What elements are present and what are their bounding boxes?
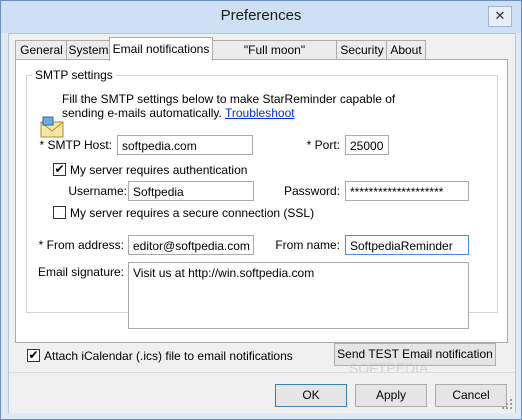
from-name-input[interactable]: SoftpediaReminder — [345, 235, 469, 255]
window-title: Preferences — [220, 7, 302, 24]
signature-textarea[interactable]: Visit us at http://win.softpedia.com — [128, 262, 469, 329]
ssl-checkbox-label[interactable]: My server requires a secure connection (… — [70, 206, 314, 220]
username-label: Username: — [68, 184, 127, 198]
preferences-window: Preferences ✕ General System Email notif… — [0, 0, 522, 420]
from-address-label: * From address: — [38, 238, 124, 252]
tab-full-moon-notifications[interactable]: "Full moon" notifications — [211, 40, 338, 76]
smtp-host-label: * SMTP Host: — [39, 138, 112, 152]
smtp-settings-legend: SMTP settings — [32, 68, 116, 82]
email-notifications-panel: SMTP settings Fill the SMTP settings bel… — [15, 59, 508, 343]
username-input[interactable]: Softpedia — [128, 181, 254, 201]
smtp-description-line2: sending e-mails automatically. Troublesh… — [62, 106, 295, 120]
mail-settings-icon — [40, 116, 64, 138]
cancel-button[interactable]: Cancel — [435, 384, 507, 407]
resize-grip-icon[interactable] — [501, 398, 513, 410]
tab-about[interactable]: About — [386, 40, 426, 60]
title-bar[interactable]: Preferences ✕ — [1, 1, 521, 33]
tab-security[interactable]: Security — [336, 40, 388, 60]
smtp-description-text: sending e-mails automatically. — [62, 106, 222, 120]
from-name-label: From name: — [275, 238, 340, 252]
close-icon: ✕ — [494, 8, 506, 23]
attach-ical-label[interactable]: Attach iCalendar (.ics) file to email no… — [44, 349, 293, 363]
ssl-checkbox[interactable] — [53, 206, 66, 219]
apply-button[interactable]: Apply — [355, 384, 427, 407]
dialog-client-area: General System Email notifications "Full… — [8, 33, 516, 413]
tab-general[interactable]: General — [15, 40, 68, 60]
check-icon: ✔ — [54, 162, 65, 176]
signature-label: Email signature: — [37, 265, 124, 279]
port-input[interactable]: 25000 — [345, 135, 389, 155]
tab-email-notifications[interactable]: Email notifications — [109, 37, 213, 61]
troubleshoot-link[interactable]: Troubleshoot — [225, 106, 295, 120]
port-label: * Port: — [306, 138, 340, 152]
ok-button[interactable]: OK — [275, 384, 347, 407]
attach-ical-checkbox[interactable]: ✔ — [27, 349, 40, 362]
password-input[interactable]: ******************** — [345, 181, 469, 201]
tab-system[interactable]: System — [66, 40, 111, 60]
close-button[interactable]: ✕ — [488, 6, 512, 27]
smtp-host-input[interactable]: softpedia.com — [117, 135, 253, 155]
auth-checkbox-label[interactable]: My server requires authentication — [70, 163, 247, 177]
from-address-input[interactable]: editor@softpedia.com — [128, 235, 254, 255]
auth-checkbox[interactable]: ✔ — [53, 163, 66, 176]
check-icon: ✔ — [28, 348, 39, 362]
smtp-description-line1: Fill the SMTP settings below to make Sta… — [62, 92, 396, 106]
password-label: Password: — [283, 184, 340, 198]
